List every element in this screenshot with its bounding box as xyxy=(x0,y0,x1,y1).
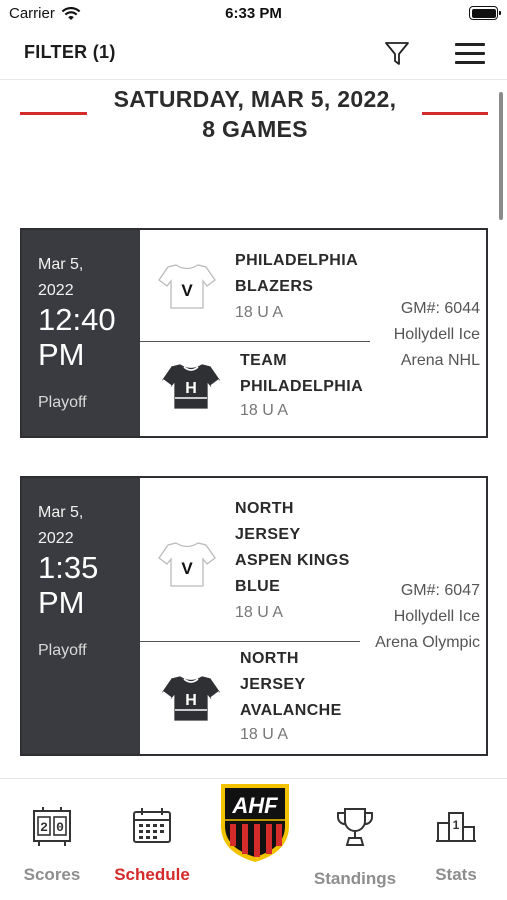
game-date-line: Mar 5, xyxy=(38,504,84,521)
team-name-line: NORTH xyxy=(235,500,294,517)
visitor-badge: V xyxy=(181,281,193,300)
game-type: Playoff xyxy=(38,642,87,659)
tab-label: Scores xyxy=(23,865,81,884)
visitor-division: 18 U A xyxy=(235,604,284,621)
home-badge: H xyxy=(185,380,197,397)
team-divider xyxy=(140,341,370,342)
tab-stats[interactable]: 1 Stats xyxy=(418,805,494,885)
home-division: 18 U A xyxy=(240,402,289,419)
arena-line: Arena Olympic xyxy=(375,634,480,651)
top-header: FILTER (1) xyxy=(0,28,507,80)
game-date-line: 2022 xyxy=(38,530,74,547)
game-time-line: PM xyxy=(38,585,85,620)
game-time: 12:40 PM xyxy=(38,302,138,372)
arena-line: Hollydell Ice xyxy=(393,608,480,625)
heading-divider-right xyxy=(422,112,488,115)
game-info: GM#: 6047 Hollydell Ice Arena Olympic xyxy=(375,578,480,656)
game-number: GM#: 6044 xyxy=(400,300,480,317)
date-title: SATURDAY, MAR 5, 2022, 8 GAMES xyxy=(95,84,415,144)
date-title-line2: 8 GAMES xyxy=(202,116,308,142)
svg-text:1: 1 xyxy=(453,818,460,832)
visitor-team-name[interactable]: NORTH JERSEY ASPEN KINGS BLUE xyxy=(235,496,350,600)
trophy-icon xyxy=(336,808,374,846)
visitor-team-name[interactable]: PHILADELPHIA BLAZERS xyxy=(235,248,358,300)
podium-icon: 1 xyxy=(436,812,476,842)
team-name-line: PHILADELPHIA xyxy=(235,252,359,269)
tab-schedule[interactable]: Schedule xyxy=(104,805,200,885)
game-date: Mar 5, 2022 xyxy=(38,500,118,552)
home-team-name[interactable]: NORTH JERSEY AVALANCHE xyxy=(240,646,342,724)
date-heading: SATURDAY, MAR 5, 2022, 8 GAMES xyxy=(0,84,507,148)
home-jersey-icon: H xyxy=(162,364,220,409)
tab-label: Standings xyxy=(313,869,397,888)
team-name-line: NORTH xyxy=(240,650,299,667)
team-name-line: JERSEY xyxy=(235,526,301,543)
heading-divider-left xyxy=(20,112,87,115)
status-bar: Carrier 6:33 PM xyxy=(0,0,507,28)
svg-text:2: 2 xyxy=(40,820,48,835)
filter-icon[interactable] xyxy=(383,39,411,67)
team-name-line: BLUE xyxy=(235,578,281,595)
visitor-jersey-icon: V xyxy=(158,542,216,587)
tab-label: Schedule xyxy=(114,865,190,884)
tab-label: Stats xyxy=(435,865,477,884)
team-divider xyxy=(140,641,360,642)
team-name-line: BLAZERS xyxy=(235,278,314,295)
scoreboard-icon: 2 0 xyxy=(33,807,71,846)
game-number: GM#: 6047 xyxy=(400,582,480,599)
home-jersey-icon: H xyxy=(162,676,220,721)
home-badge: H xyxy=(185,692,197,709)
game-info: GM#: 6044 Hollydell Ice Arena NHL xyxy=(394,296,480,374)
game-time-line: 1:35 xyxy=(38,550,99,585)
arena-line: Arena NHL xyxy=(400,352,480,369)
menu-icon[interactable] xyxy=(455,41,487,67)
game-date-line: Mar 5, xyxy=(38,256,84,273)
game-time-panel: Mar 5, 2022 1:35 PM Playoff xyxy=(22,478,140,754)
logo-text: AHF xyxy=(231,793,278,818)
visitor-jersey-icon: V xyxy=(158,264,216,309)
tab-standings[interactable]: Standings xyxy=(305,805,405,889)
tab-scores[interactable]: 2 0 Scores xyxy=(12,805,92,885)
calendar-icon xyxy=(133,808,171,843)
home-division: 18 U A xyxy=(240,726,289,743)
game-time-line: 12:40 xyxy=(38,302,116,337)
team-name-line: JERSEY xyxy=(240,676,306,693)
home-team-name[interactable]: TEAM PHILADELPHIA xyxy=(240,348,363,400)
svg-text:0: 0 xyxy=(56,820,64,835)
arena-line: Hollydell Ice xyxy=(393,326,480,343)
team-name-line: AVALANCHE xyxy=(240,702,342,719)
scrollbar[interactable] xyxy=(499,92,503,220)
team-name-line: ASPEN KINGS xyxy=(235,552,350,569)
date-title-line1: SATURDAY, MAR 5, 2022, xyxy=(113,86,397,112)
status-time: 6:33 PM xyxy=(225,5,282,22)
game-time-line: PM xyxy=(38,337,85,372)
visitor-division: 18 U A xyxy=(235,304,284,321)
visitor-badge: V xyxy=(181,559,193,578)
team-name-line: TEAM xyxy=(240,352,287,369)
team-name-line: PHILADELPHIA xyxy=(240,378,364,395)
ahf-logo[interactable]: AHF xyxy=(217,780,293,864)
game-time-panel: Mar 5, 2022 12:40 PM Playoff xyxy=(22,230,140,436)
game-date-line: 2022 xyxy=(38,282,74,299)
game-time: 1:35 PM xyxy=(38,550,138,620)
filter-label[interactable]: FILTER (1) xyxy=(24,42,116,63)
game-card[interactable]: Mar 5, 2022 12:40 PM Playoff V PHILADELP… xyxy=(20,228,488,438)
game-card[interactable]: Mar 5, 2022 1:35 PM Playoff V NORTH JERS… xyxy=(20,476,488,756)
game-date: Mar 5, 2022 xyxy=(38,252,118,304)
game-type: Playoff xyxy=(38,394,87,411)
battery-icon xyxy=(469,6,501,20)
